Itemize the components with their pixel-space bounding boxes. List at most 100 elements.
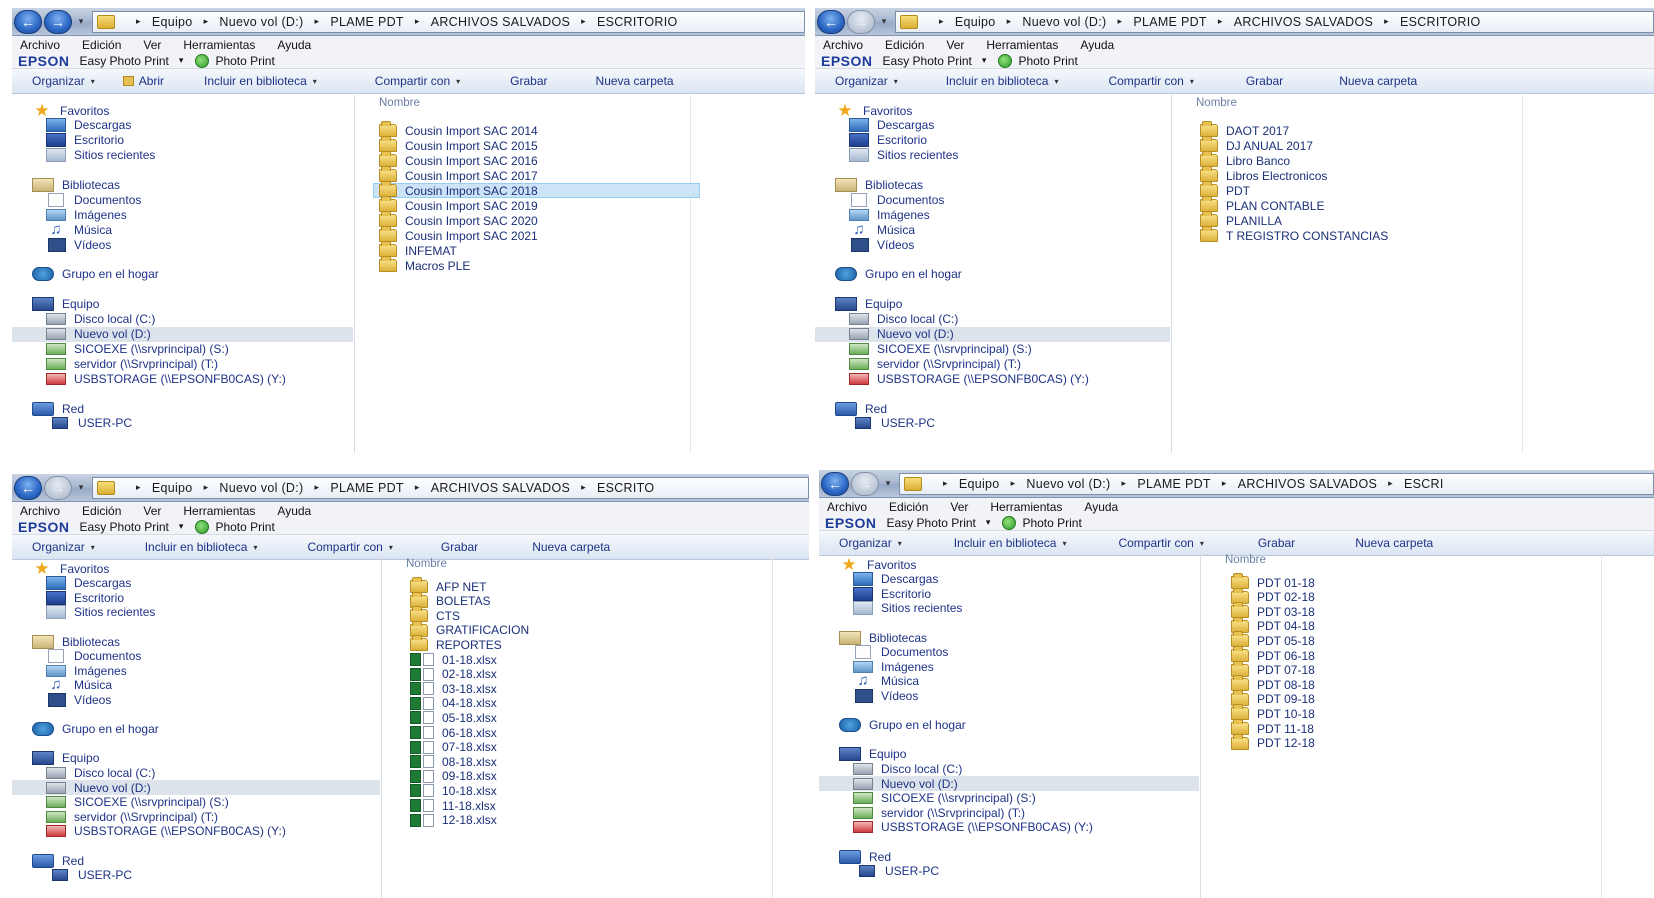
- nav-item[interactable]: Bibliotecas: [839, 630, 927, 645]
- breadcrumb-item[interactable]: ESCRITO: [597, 481, 654, 495]
- photo-print-button[interactable]: Photo Print: [1018, 54, 1077, 68]
- nav-item[interactable]: Escritorio: [46, 590, 124, 605]
- breadcrumb-arrow-icon[interactable]: ▸: [136, 482, 141, 493]
- breadcrumb-item[interactable]: Nuevo vol (D:): [1026, 477, 1110, 491]
- command-nueva-carpeta[interactable]: Nueva carpeta: [1355, 536, 1433, 550]
- menu-item[interactable]: Herramientas: [986, 38, 1058, 52]
- file-row[interactable]: Cousin Import SAC 2020: [379, 211, 538, 228]
- file-row[interactable]: Cousin Import SAC 2018: [373, 181, 700, 198]
- file-row[interactable]: PDT 08-18: [1231, 675, 1315, 692]
- file-row[interactable]: 10-18.xlsx: [410, 783, 497, 798]
- nav-item[interactable]: Nuevo vol (D:): [12, 780, 380, 795]
- menu-item[interactable]: Ayuda: [277, 504, 311, 518]
- file-list[interactable]: Nombre DAOT 2017 DJ ANUAL 2017 Libro Banco L…: [1172, 95, 1654, 453]
- breadcrumb-arrow-icon[interactable]: ▸: [1218, 16, 1223, 27]
- breadcrumb-arrow-icon[interactable]: ▸: [939, 16, 944, 27]
- breadcrumb-item[interactable]: Nuevo vol (D:): [219, 481, 303, 495]
- nav-item[interactable]: Descargas: [849, 118, 934, 133]
- back-arrow-icon[interactable]: ←: [14, 9, 42, 34]
- menu-item[interactable]: Ayuda: [277, 38, 311, 52]
- menu-item[interactable]: Edición: [889, 500, 928, 514]
- breadcrumb-arrow-icon[interactable]: ▸: [415, 482, 420, 493]
- nav-item[interactable]: Vídeos: [853, 688, 918, 703]
- file-row[interactable]: PDT 06-18: [1231, 646, 1315, 663]
- back-arrow-icon[interactable]: ←: [821, 471, 849, 496]
- breadcrumb-item[interactable]: ESCRITORIO: [1400, 15, 1481, 29]
- nav-item[interactable]: Grupo en el hogar: [835, 267, 962, 282]
- back-arrow-icon[interactable]: ←: [14, 475, 42, 500]
- navigation-pane[interactable]: ★ Favoritos Descargas Escritorio Sitios reci…: [12, 556, 382, 898]
- nav-item[interactable]: Nuevo vol (D:): [815, 326, 1170, 342]
- nav-item[interactable]: USER-PC: [853, 864, 939, 879]
- command-nueva-carpeta[interactable]: Nueva carpeta: [532, 540, 610, 554]
- photo-print-button[interactable]: Photo Print: [215, 54, 274, 68]
- nav-item[interactable]: Grupo en el hogar: [32, 722, 159, 737]
- breadcrumb-item[interactable]: Equipo: [152, 15, 193, 29]
- command-nueva-carpeta[interactable]: Nueva carpeta: [596, 74, 674, 88]
- navigation-pane[interactable]: ★ Favoritos Descargas Escritorio Sitios reci…: [819, 552, 1201, 898]
- breadcrumb-item[interactable]: Nuevo vol (D:): [219, 15, 303, 29]
- file-row[interactable]: PDT 11-18: [1231, 719, 1314, 736]
- breadcrumb-arrow-icon[interactable]: ▸: [1222, 478, 1227, 489]
- file-row[interactable]: Cousin Import SAC 2019: [379, 196, 538, 213]
- forward-arrow-icon[interactable]: →: [44, 475, 72, 500]
- nav-item[interactable]: Disco local (C:): [46, 765, 155, 780]
- file-row[interactable]: 09-18.xlsx: [410, 769, 497, 784]
- forward-arrow-icon[interactable]: →: [44, 9, 72, 34]
- nav-item[interactable]: Grupo en el hogar: [32, 267, 159, 282]
- nav-item[interactable]: ★ Favoritos: [839, 556, 916, 573]
- nav-item[interactable]: servidor (\\Srvprincipal) (T:): [853, 805, 1025, 820]
- file-row[interactable]: PDT 02-18: [1231, 587, 1315, 605]
- nav-item[interactable]: Vídeos: [46, 692, 111, 707]
- command-organizar[interactable]: Organizar ▾: [835, 74, 898, 88]
- command-grabar[interactable]: Grabar: [1246, 74, 1283, 88]
- nav-item[interactable]: SICOEXE (\\srvprincipal) (S:): [46, 795, 229, 810]
- address-field[interactable]: ▸ Equipo ▸ Nuevo vol (D:) ▸ PLAME PDT ▸ ARCHIVO…: [899, 472, 1654, 495]
- column-header-name[interactable]: Nombre: [1196, 97, 1237, 109]
- nav-item[interactable]: Sitios recientes: [849, 148, 958, 163]
- file-row[interactable]: INFEMAT: [379, 241, 457, 258]
- file-row[interactable]: Cousin Import SAC 2014: [379, 121, 538, 138]
- file-list[interactable]: Nombre PDT 01-18 PDT 02-18 PDT 03-18 PDT 04-…: [1201, 552, 1654, 898]
- menu-item[interactable]: Edición: [82, 38, 121, 52]
- nav-item[interactable]: USER-PC: [46, 416, 132, 431]
- breadcrumb-item[interactable]: ARCHIVOS SALVADOS: [1238, 477, 1377, 491]
- navigation-pane[interactable]: ★ Favoritos Descargas Escritorio Sitios reci…: [12, 95, 355, 453]
- file-row[interactable]: 07-18.xlsx: [410, 740, 497, 755]
- back-arrow-icon[interactable]: ←: [817, 9, 845, 34]
- file-row[interactable]: Cousin Import SAC 2021: [379, 226, 538, 243]
- command-organizar[interactable]: Organizar ▾: [32, 540, 95, 554]
- file-row[interactable]: PLANILLA: [1200, 211, 1282, 228]
- nav-item[interactable]: USER-PC: [849, 416, 935, 431]
- breadcrumb-arrow-icon[interactable]: ▸: [415, 16, 420, 27]
- nav-item[interactable]: USBSTORAGE (\\EPSONFB0CAS) (Y:): [849, 371, 1089, 386]
- menu-item[interactable]: Ayuda: [1080, 38, 1114, 52]
- breadcrumb-item[interactable]: ARCHIVOS SALVADOS: [431, 15, 570, 29]
- breadcrumb-item[interactable]: Equipo: [955, 15, 996, 29]
- command-compartir-con[interactable]: Compartir con ▾: [1108, 74, 1193, 88]
- file-row[interactable]: 12-18.xlsx: [410, 813, 497, 828]
- nav-item[interactable]: Documentos: [46, 649, 141, 664]
- nav-item[interactable]: Equipo: [32, 297, 99, 312]
- column-separator[interactable]: [690, 95, 691, 453]
- chevron-down-icon[interactable]: ▾: [74, 10, 88, 34]
- breadcrumb-arrow-icon[interactable]: ▸: [1121, 478, 1126, 489]
- file-row[interactable]: 02-18.xlsx: [410, 667, 497, 682]
- command-compartir-con[interactable]: Compartir con ▾: [1118, 536, 1203, 550]
- chevron-down-icon[interactable]: ▾: [74, 476, 88, 500]
- breadcrumb-item[interactable]: Equipo: [959, 477, 1000, 491]
- breadcrumb-arrow-icon[interactable]: ▸: [314, 482, 319, 493]
- nav-item[interactable]: Documentos: [46, 192, 141, 207]
- nav-item[interactable]: Sitios recientes: [853, 601, 962, 616]
- column-header-name[interactable]: Nombre: [379, 97, 420, 109]
- menu-item[interactable]: Archivo: [827, 500, 867, 514]
- file-list[interactable]: Nombre AFP NET BOLETAS CTS GRATIFICACION REPO…: [382, 556, 809, 898]
- file-row[interactable]: T REGISTRO CONSTANCIAS: [1200, 226, 1388, 243]
- command-grabar[interactable]: Grabar: [1258, 536, 1295, 550]
- breadcrumb-item[interactable]: ARCHIVOS SALVADOS: [1234, 15, 1373, 29]
- menu-item[interactable]: Ver: [143, 504, 161, 518]
- nav-item[interactable]: USBSTORAGE (\\EPSONFB0CAS) (Y:): [853, 820, 1093, 835]
- file-row[interactable]: 05-18.xlsx: [410, 710, 497, 725]
- nav-item[interactable]: ★ Favoritos: [32, 560, 109, 577]
- file-row[interactable]: Libros Electronicos: [1200, 166, 1327, 183]
